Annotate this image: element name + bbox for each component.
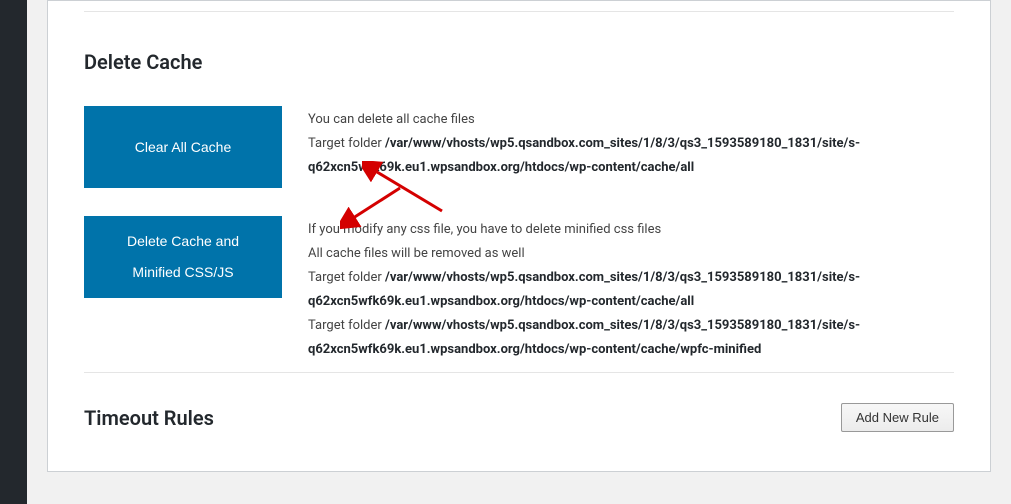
delete-minified-target1-line: Target folder /var/www/vhosts/wp5.qsandb…	[308, 266, 954, 314]
timeout-rules-heading: Timeout Rules	[84, 406, 214, 430]
delete-minified-row: Delete Cache and Minified CSS/JS If you …	[84, 216, 954, 362]
clear-all-target-line: Target folder /var/www/vhosts/wp5.qsandb…	[308, 132, 954, 180]
target-label: Target folder	[308, 270, 385, 285]
section-divider	[84, 372, 954, 373]
clear-all-cache-button[interactable]: Clear All Cache	[84, 106, 282, 188]
delete-cache-minified-button[interactable]: Delete Cache and Minified CSS/JS	[84, 216, 282, 298]
top-divider	[84, 11, 954, 12]
clear-all-cache-row: Clear All Cache You can delete all cache…	[84, 106, 954, 188]
delete-minified-description: If you modify any css file, you have to …	[282, 216, 954, 362]
delete-minified-button-line1: Delete Cache and	[127, 226, 239, 257]
target-label: Target folder	[308, 136, 385, 151]
main-content: Delete Cache Clear All Cache You can del…	[27, 0, 1011, 504]
target-label: Target folder	[308, 318, 385, 333]
timeout-rules-row: Timeout Rules Add New Rule	[84, 403, 954, 432]
delete-minified-desc1: If you modify any css file, you have to …	[308, 218, 954, 242]
add-new-rule-button[interactable]: Add New Rule	[841, 403, 954, 432]
clear-all-cache-description: You can delete all cache files Target fo…	[282, 106, 954, 180]
settings-panel: Delete Cache Clear All Cache You can del…	[47, 0, 991, 472]
admin-sidebar	[0, 0, 27, 504]
delete-minified-desc2: All cache files will be removed as well	[308, 242, 954, 266]
delete-minified-target2-line: Target folder /var/www/vhosts/wp5.qsandb…	[308, 314, 954, 362]
target-path: /var/www/vhosts/wp5.qsandbox.com_sites/1…	[308, 318, 860, 357]
delete-minified-button-line2: Minified CSS/JS	[132, 257, 233, 288]
clear-all-desc-text: You can delete all cache files	[308, 108, 954, 132]
delete-cache-heading: Delete Cache	[84, 50, 954, 74]
target-path: /var/www/vhosts/wp5.qsandbox.com_sites/1…	[308, 270, 860, 309]
target-path: /var/www/vhosts/wp5.qsandbox.com_sites/1…	[308, 136, 860, 175]
